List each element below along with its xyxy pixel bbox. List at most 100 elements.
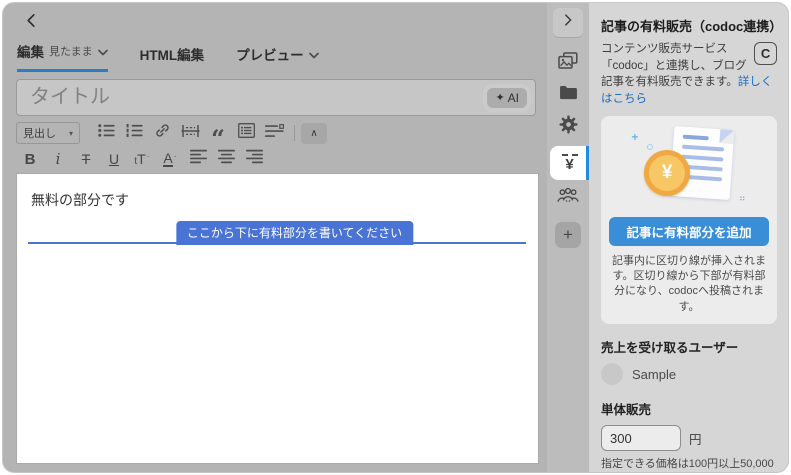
doc-line xyxy=(682,134,708,140)
ordered-list-icon xyxy=(126,123,143,143)
align-right-button[interactable] xyxy=(240,148,268,170)
tab-edit-mode-label: 見たまま xyxy=(49,43,93,59)
ordered-list-button[interactable] xyxy=(120,122,148,144)
collapse-toolbar-icon: ∧ xyxy=(310,128,317,139)
tab-preview[interactable]: プレビュー xyxy=(236,44,319,72)
title-field: ✦ AI xyxy=(16,79,536,116)
seller-row[interactable]: Sample xyxy=(601,363,777,385)
footnote-icon xyxy=(265,124,284,143)
tab-edit[interactable]: 編集 見たまま xyxy=(17,41,108,72)
bold-icon: B xyxy=(25,151,36,168)
font-size-button[interactable]: tT · xyxy=(128,148,156,170)
strikethrough-icon: T xyxy=(82,151,91,167)
paid-section-divider xyxy=(28,242,526,244)
dropdown-caret-icon: · xyxy=(147,151,150,161)
blockquote-icon: “ xyxy=(211,135,225,143)
files-tool-button[interactable] xyxy=(547,80,589,110)
read-more-icon xyxy=(181,124,200,143)
chevron-left-icon xyxy=(23,12,40,34)
panel-title: 記事の有料販売（codoc連携） xyxy=(601,16,777,35)
chevron-right-icon xyxy=(561,13,575,32)
ai-button-label: AI xyxy=(508,91,519,105)
toolbar-format-row: B i T U tT · A · xyxy=(16,148,268,170)
link-icon xyxy=(154,122,171,144)
title-input[interactable] xyxy=(28,85,487,110)
gear-icon xyxy=(559,115,578,139)
align-left-button[interactable] xyxy=(184,148,212,170)
plus-icon: + xyxy=(563,225,573,245)
paid-section-card: + ¥ ⠶ 記事に有料部分を追加 記事内に区切り線が挿入されます。区切り線から下… xyxy=(601,116,777,325)
price-unit-label: 円 xyxy=(689,429,702,448)
yen-coin-face: ¥ xyxy=(649,155,685,191)
doc-line xyxy=(681,154,723,161)
font-size-icon: tT xyxy=(134,151,145,167)
collapse-panel-button[interactable] xyxy=(553,8,583,38)
heading-select-label: 見出し xyxy=(23,125,56,141)
editor-tabs: 編集 見たまま HTML編集 プレビュー xyxy=(17,41,319,72)
decoration-circle-icon xyxy=(647,144,653,150)
link-button[interactable] xyxy=(148,122,176,144)
photos-tool-button[interactable] xyxy=(547,48,589,78)
seller-avatar xyxy=(601,363,623,385)
tab-edit-label: 編集 xyxy=(17,41,44,61)
yen-coin-illustration: ¥ xyxy=(644,150,690,196)
people-icon xyxy=(557,187,579,208)
folder-icon xyxy=(559,85,578,105)
decoration-dots-icon: ⠶ xyxy=(739,193,747,204)
table-of-contents-button[interactable] xyxy=(232,122,260,144)
dropdown-caret-icon: ▾ xyxy=(69,129,73,138)
text-color-button[interactable]: A · xyxy=(156,148,184,170)
free-section-text: 無料の部分です xyxy=(17,174,538,210)
add-tool-button[interactable]: + xyxy=(555,222,581,248)
toolbar-separator xyxy=(294,125,295,141)
toolbar-block-row: 見出し ▾ xyxy=(16,122,327,144)
read-more-button[interactable] xyxy=(176,122,204,144)
italic-button[interactable]: i xyxy=(44,148,72,170)
ai-assist-button[interactable]: ✦ AI xyxy=(487,88,527,108)
seller-section-header: 売上を受け取るユーザー xyxy=(601,337,777,356)
settings-tool-button[interactable] xyxy=(547,112,589,142)
strikethrough-button[interactable]: T xyxy=(72,148,100,170)
photos-icon xyxy=(558,52,578,75)
align-right-icon xyxy=(246,149,263,169)
price-input[interactable] xyxy=(601,425,681,451)
back-button[interactable] xyxy=(20,12,42,34)
footnote-button[interactable] xyxy=(260,122,288,144)
collapse-toolbar-button[interactable]: ∧ xyxy=(301,123,327,144)
underline-button[interactable]: U xyxy=(100,148,128,170)
paid-sales-illustration: + ¥ ⠶ xyxy=(609,124,769,212)
panel-description: コンテンツ販売サービス「codoc」と連携し、ブログ記事を有料販売できます。詳し… xyxy=(601,41,777,108)
decoration-plus-icon: + xyxy=(631,130,638,144)
refresh-icon: C xyxy=(761,46,770,61)
text-color-icon: A xyxy=(163,151,172,168)
card-note: 記事内に区切り線が挿入されます。区切り線から下部が有料部分になり、codocへ投… xyxy=(611,254,767,316)
unordered-list-button[interactable] xyxy=(92,122,120,144)
price-row: 円 xyxy=(601,425,777,451)
tab-html-edit[interactable]: HTML編集 xyxy=(140,44,205,72)
paid-sales-tool-button[interactable]: ¥ xyxy=(550,146,589,180)
single-sale-section-header: 単体販売 xyxy=(601,399,777,418)
unordered-list-icon xyxy=(98,123,115,143)
editor-window: 編集 見たまま HTML編集 プレビュー ✦ AI xyxy=(2,2,789,473)
paid-sales-panel: 記事の有料販売（codoc連携） C コンテンツ販売サービス「codoc」と連携… xyxy=(589,3,788,472)
align-center-button[interactable] xyxy=(212,148,240,170)
table-of-contents-icon xyxy=(238,123,255,143)
dropdown-caret-icon: · xyxy=(174,151,177,161)
underline-icon: U xyxy=(109,151,119,167)
side-tool-rail: ¥ + xyxy=(547,3,589,472)
doc-line xyxy=(682,144,724,151)
groups-tool-button[interactable] xyxy=(547,182,589,212)
refresh-button[interactable]: C xyxy=(754,42,777,65)
italic-icon: i xyxy=(56,150,61,168)
bold-button[interactable]: B xyxy=(16,148,44,170)
align-left-icon xyxy=(190,149,207,169)
editor-content[interactable]: 無料の部分です ここから下に有料部分を書いてください xyxy=(17,174,538,463)
seller-name: Sample xyxy=(632,367,676,382)
panel-description-text: コンテンツ販売サービス「codoc」と連携し、ブログ記事を有料販売できます。 xyxy=(601,43,747,88)
chevron-down-icon xyxy=(309,47,319,62)
heading-style-select[interactable]: 見出し ▾ xyxy=(16,122,80,144)
page-fold xyxy=(719,129,734,144)
blockquote-button[interactable]: “ xyxy=(204,122,232,144)
add-paid-section-button[interactable]: 記事に有料部分を追加 xyxy=(609,217,769,246)
price-note: 指定できる価格は100円以上50,000円まで（codoc pro は100,0… xyxy=(601,457,777,472)
